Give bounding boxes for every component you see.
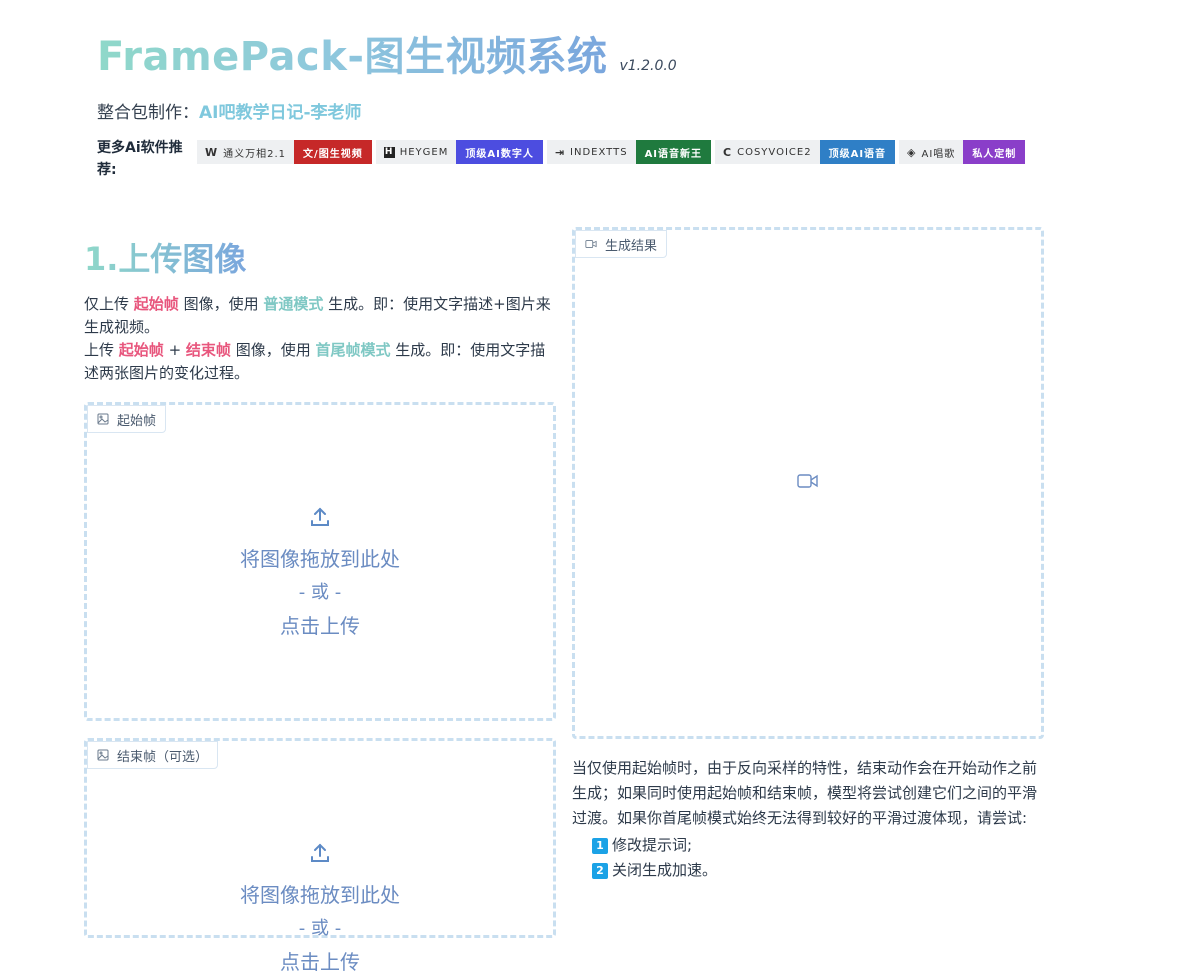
author-link[interactable]: AI吧教学日记-李老师 bbox=[199, 103, 362, 123]
recommend-label: 更多Ai软件推荐: bbox=[97, 137, 197, 181]
image-icon bbox=[97, 413, 109, 425]
section-description: 仅上传 起始帧 图像，使用 普通模式 生成。即：使用文字描述+图片来生成视频。 … bbox=[84, 293, 559, 385]
image-icon bbox=[97, 749, 109, 761]
badge-left-label: INDEXTTS bbox=[570, 147, 628, 158]
badge-left-label: HEYGEM bbox=[400, 147, 449, 158]
end-frame-tab: 结束帧（可选） bbox=[87, 741, 218, 769]
result-label: 生成结果 bbox=[605, 235, 657, 254]
badge-right-label: 顶级AI数字人 bbox=[456, 140, 542, 164]
section-title: 1.上传图像 bbox=[84, 234, 246, 280]
start-frame-upload-area[interactable]: 将图像拖放到此处 - 或 - 点击上传 bbox=[87, 505, 553, 639]
drop-text: 将图像拖放到此处 bbox=[87, 543, 553, 572]
heygem-logo-icon: H bbox=[384, 147, 395, 158]
tips-list: 1 修改提示词; 2 关闭生成加速。 bbox=[572, 833, 1047, 883]
or-text: - 或 - bbox=[87, 578, 553, 604]
wan-logo-icon: W bbox=[205, 146, 218, 159]
start-frame-tab: 起始帧 bbox=[87, 405, 166, 433]
badge-ai-sing[interactable]: ◈ AI唱歌 私人定制 bbox=[899, 140, 1025, 164]
title-row: FramePack-图生视频系统 v1.2.0.0 bbox=[97, 24, 1097, 82]
video-icon bbox=[585, 238, 597, 250]
author-row: 整合包制作：AI吧教学日记-李老师 bbox=[97, 98, 1097, 123]
result-tab: 生成结果 bbox=[575, 230, 667, 258]
badge-right-label: AI语音新王 bbox=[636, 140, 711, 164]
recommend-badges: W 通义万相2.1 文/图生视频 H HEYGEM 顶级AI数字人 ⇥ INDEXTT… bbox=[197, 140, 1025, 164]
recommend-row: 更多Ai软件推荐: W 通义万相2.1 文/图生视频 H HEYGEM 顶级AI数字… bbox=[97, 137, 1097, 181]
start-frame-dropzone[interactable]: 起始帧 将图像拖放到此处 - 或 - 点击上传 bbox=[84, 402, 556, 721]
badge-right-label: 私人定制 bbox=[963, 140, 1025, 164]
end-frame-dropzone[interactable]: 结束帧（可选） 将图像拖放到此处 - 或 - 点击上传 bbox=[84, 738, 556, 938]
upload-icon bbox=[87, 841, 553, 869]
video-placeholder-icon bbox=[797, 473, 819, 493]
drop-text: 将图像拖放到此处 bbox=[87, 879, 553, 908]
result-video-panel: 生成结果 bbox=[572, 227, 1044, 739]
badge-indextts[interactable]: ⇥ INDEXTTS AI语音新王 bbox=[547, 140, 711, 164]
badge-left-label: 通义万相2.1 bbox=[223, 145, 286, 160]
badge-wan[interactable]: W 通义万相2.1 文/图生视频 bbox=[197, 140, 372, 164]
number-2-icon: 2 bbox=[592, 863, 608, 879]
tip-item: 1 修改提示词; bbox=[592, 833, 1047, 858]
ai-sing-logo-icon: ◈ bbox=[907, 146, 916, 159]
mode-note: 当仅使用起始帧时，由于反向采样的特性，结束动作会在开始动作之前生成；如果同时使用… bbox=[572, 756, 1047, 883]
indextts-logo-icon: ⇥ bbox=[555, 146, 565, 159]
desc-line-2: 上传 起始帧 + 结束帧 图像，使用 首尾帧模式 生成。即：使用文字描述两张图片… bbox=[84, 339, 559, 385]
note-text: 当仅使用起始帧时，由于反向采样的特性，结束动作会在开始动作之前生成；如果同时使用… bbox=[572, 756, 1047, 831]
badge-left-label: AI唱歌 bbox=[922, 145, 956, 160]
end-frame-label: 结束帧（可选） bbox=[117, 746, 208, 765]
badge-right-label: 文/图生视频 bbox=[294, 140, 372, 164]
badge-cosyvoice[interactable]: C COSYVOICE2 顶级AI语音 bbox=[715, 140, 895, 164]
tip-text: 修改提示词; bbox=[612, 833, 692, 858]
end-frame-upload-area[interactable]: 将图像拖放到此处 - 或 - 点击上传 bbox=[87, 841, 553, 975]
start-frame-label: 起始帧 bbox=[117, 410, 156, 429]
header: FramePack-图生视频系统 v1.2.0.0 整合包制作：AI吧教学日记-… bbox=[97, 24, 1097, 181]
badge-heygem[interactable]: H HEYGEM 顶级AI数字人 bbox=[376, 140, 543, 164]
author-prefix: 整合包制作： bbox=[97, 103, 199, 123]
cosyvoice-logo-icon: C bbox=[723, 146, 732, 159]
tip-text: 关闭生成加速。 bbox=[612, 858, 717, 883]
or-text: - 或 - bbox=[87, 914, 553, 940]
click-upload-text[interactable]: 点击上传 bbox=[87, 610, 553, 639]
desc-line-1: 仅上传 起始帧 图像，使用 普通模式 生成。即：使用文字描述+图片来生成视频。 bbox=[84, 293, 559, 339]
version-label: v1.2.0.0 bbox=[619, 58, 676, 74]
number-1-icon: 1 bbox=[592, 838, 608, 854]
badge-left-label: COSYVOICE2 bbox=[737, 147, 811, 158]
badge-right-label: 顶级AI语音 bbox=[820, 140, 895, 164]
upload-icon bbox=[87, 505, 553, 533]
app-title: FramePack-图生视频系统 bbox=[97, 24, 607, 82]
tip-item: 2 关闭生成加速。 bbox=[592, 858, 1047, 883]
click-upload-text[interactable]: 点击上传 bbox=[87, 946, 553, 975]
